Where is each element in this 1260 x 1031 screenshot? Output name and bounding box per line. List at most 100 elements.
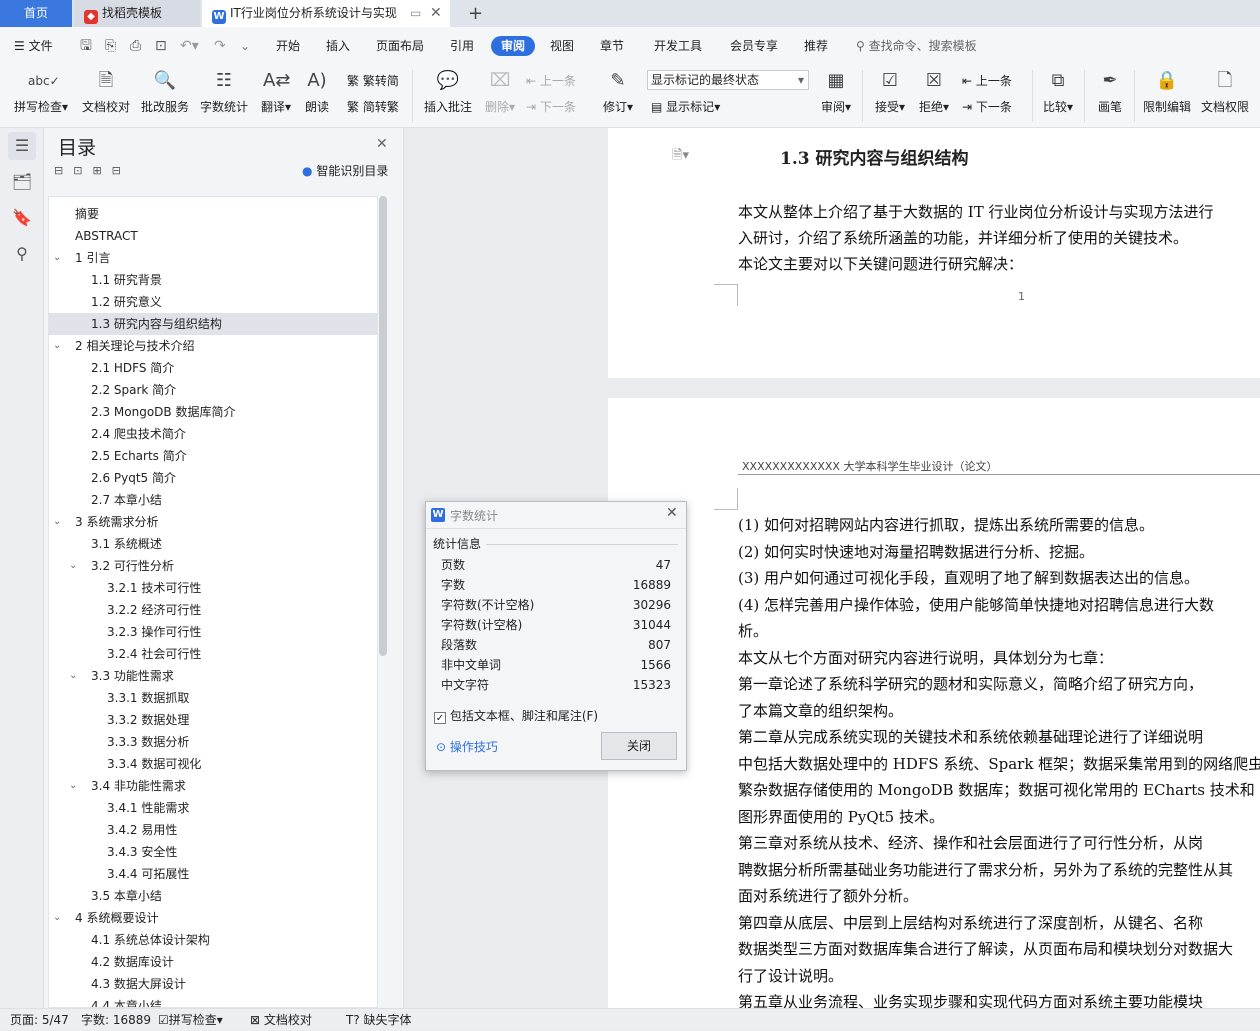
toc-item[interactable]: 1.3 研究内容与组织结构 xyxy=(49,313,377,335)
spell-check-button[interactable]: abc✓ 拼写检查▾ xyxy=(10,68,72,115)
toc-item[interactable]: ⌄ 3.3 功能性需求 xyxy=(49,665,377,687)
doc-permission-button[interactable]: 🗋 文档权限 xyxy=(1200,68,1250,115)
chevron-down-icon[interactable]: ⌄ xyxy=(53,247,65,269)
toc-item[interactable]: 3.2.2 经济可行性 xyxy=(49,599,377,621)
menu-member[interactable]: 会员专享 xyxy=(730,36,778,56)
menu-insert[interactable]: 插入 xyxy=(326,36,350,56)
tab-monitor-icon[interactable]: ▭ xyxy=(410,0,421,27)
toc-item[interactable]: 1.1 研究背景 xyxy=(49,269,377,291)
remove-entry-icon[interactable]: ⊟ xyxy=(112,164,131,177)
toc-item[interactable]: 3.2.1 技术可行性 xyxy=(49,577,377,599)
new-tab-icon[interactable]: + xyxy=(458,0,493,27)
next-comment-button[interactable]: ⇥ 下一条 xyxy=(526,98,576,115)
restrict-edit-button[interactable]: 🔒 限制编辑 xyxy=(1142,68,1192,115)
toc-item[interactable]: 2.6 Pyqt5 简介 xyxy=(49,467,377,489)
compare-button[interactable]: ⧉ 比较▾ xyxy=(1040,68,1076,115)
doc-proof-button[interactable]: 🗎 文档校对 xyxy=(80,68,132,115)
toc-item[interactable]: 3.3.4 数据可视化 xyxy=(49,753,377,775)
tips-link[interactable]: ⊙ 操作技巧 xyxy=(436,738,498,755)
toc-item[interactable]: 3.3.1 数据抓取 xyxy=(49,687,377,709)
show-markup-button[interactable]: ▤ 显示标记▾ xyxy=(651,98,720,115)
menu-page-layout[interactable]: 页面布局 xyxy=(376,36,424,56)
status-missing-font[interactable]: T? 缺失字体 xyxy=(346,1009,412,1031)
more-icon[interactable]: ⌄ xyxy=(240,36,250,56)
markup-state-select[interactable]: 显示标记的最终状态 ▾ xyxy=(647,70,809,90)
redo-icon[interactable]: ↷ xyxy=(214,36,226,56)
menu-view[interactable]: 视图 xyxy=(550,36,574,56)
toc-item[interactable]: 4.4 本章小结 xyxy=(49,995,377,1007)
toc-item[interactable]: 3.1 系统概述 xyxy=(49,533,377,555)
tab-close-icon[interactable]: ✕ xyxy=(430,0,442,27)
next-change-button[interactable]: ⇥ 下一条 xyxy=(962,98,1012,115)
toc-item[interactable]: ⌄ 3 系统需求分析 xyxy=(49,511,377,533)
tab-home[interactable]: 首页 xyxy=(0,0,72,27)
chevron-down-icon[interactable]: ⌄ xyxy=(53,335,65,357)
toc-item[interactable]: 3.4.3 安全性 xyxy=(49,841,377,863)
export-pdf-icon[interactable]: ⎘ xyxy=(105,36,116,56)
toc-level-controls[interactable]: ⊟⊡⊞⊟ xyxy=(54,164,131,177)
bookmark-icon[interactable]: 🔖 xyxy=(8,204,36,232)
print-icon[interactable]: ⎙ xyxy=(130,36,141,56)
toc-item[interactable]: 3.4.2 易用性 xyxy=(49,819,377,841)
tab-template[interactable]: ◆ 找稻壳模板 xyxy=(74,0,200,27)
chevron-down-icon[interactable]: ⌄ xyxy=(53,511,65,533)
toc-item[interactable]: 摘要 xyxy=(49,203,377,225)
menu-home[interactable]: 开始 xyxy=(276,36,300,56)
toc-item[interactable]: 2.7 本章小结 xyxy=(49,489,377,511)
file-menu[interactable]: ☰ 文件 xyxy=(14,36,53,56)
accept-button[interactable]: ☑ 接受▾ xyxy=(872,68,908,115)
menu-review[interactable]: 审阅 xyxy=(491,36,536,56)
menu-references[interactable]: 引用 xyxy=(450,36,474,56)
expand-up-icon[interactable]: ⊡ xyxy=(73,164,92,177)
toc-item[interactable]: ⌄ 3.2 可行性分析 xyxy=(49,555,377,577)
toc-pane-icon[interactable]: ☰ xyxy=(8,132,36,160)
toc-item[interactable]: 1.2 研究意义 xyxy=(49,291,377,313)
save-icon[interactable]: 🖫 xyxy=(80,36,92,56)
smart-detect-button[interactable]: ● 智能识别目录 xyxy=(302,162,388,179)
chevron-down-icon[interactable]: ⌄ xyxy=(53,907,65,929)
include-footnotes-checkbox[interactable]: ✓ 包括文本框、脚注和尾注(F) xyxy=(434,707,598,724)
menu-developer[interactable]: 开发工具 xyxy=(654,36,702,56)
toc-item[interactable]: 4.1 系统总体设计架构 xyxy=(49,929,377,951)
toc-item[interactable]: 2.1 HDFS 简介 xyxy=(49,357,377,379)
status-doc-proof[interactable]: ⊠ 文档校对 xyxy=(250,1009,312,1031)
revise-button[interactable]: ✎ 修订▾ xyxy=(600,68,636,115)
toc-item[interactable]: ABSTRACT xyxy=(49,225,377,247)
delete-comment-button[interactable]: ⌧ 删除▾ xyxy=(482,68,518,115)
translate-button[interactable]: A⇄ 翻译▾ xyxy=(256,68,296,115)
command-search[interactable]: ⚲ 查找命令、搜索模板 xyxy=(856,36,977,56)
toc-item[interactable]: 3.4.1 性能需求 xyxy=(49,797,377,819)
status-spell-check[interactable]: ☑拼写检查▾ xyxy=(158,1009,223,1031)
page-indicator[interactable]: 页面: 5/47 xyxy=(10,1009,69,1031)
toc-item[interactable]: 3.4.4 可拓展性 xyxy=(49,863,377,885)
reject-button[interactable]: ☒ 拒绝▾ xyxy=(916,68,952,115)
pen-button[interactable]: ✒ 画笔 xyxy=(1094,68,1126,115)
simp-to-trad-button[interactable]: 繁 简转繁 xyxy=(347,98,399,115)
read-aloud-button[interactable]: A) 朗读 xyxy=(302,68,332,115)
toc-item[interactable]: 4.3 数据大屏设计 xyxy=(49,973,377,995)
search-icon[interactable]: ⚲ xyxy=(8,240,36,268)
chevron-down-icon[interactable]: ⌄ xyxy=(69,775,81,797)
word-count-indicator[interactable]: 字数: 16889 xyxy=(81,1009,151,1031)
prev-comment-button[interactable]: ⇤ 上一条 xyxy=(526,72,576,89)
prev-change-button[interactable]: ⇤ 上一条 xyxy=(962,72,1012,89)
page-nav-icon[interactable]: 🗎▾ xyxy=(672,146,689,168)
toc-item[interactable]: 2.4 爬虫技术简介 xyxy=(49,423,377,445)
chevron-down-icon[interactable]: ⌄ xyxy=(69,555,81,577)
close-icon[interactable]: ✕ xyxy=(666,505,678,521)
undo-icon[interactable]: ↶▾ xyxy=(180,36,199,56)
menu-recommend[interactable]: 推荐 xyxy=(804,36,828,56)
toc-item[interactable]: 3.2.3 操作可行性 xyxy=(49,621,377,643)
word-count-button[interactable]: ☷ 字数统计 xyxy=(198,68,250,115)
toc-scrollbar[interactable] xyxy=(379,196,387,656)
toc-item[interactable]: 3.3.3 数据分析 xyxy=(49,731,377,753)
preview-icon[interactable]: ⊡ xyxy=(155,36,167,56)
toc-item[interactable]: 2.5 Echarts 简介 xyxy=(49,445,377,467)
review-pane-button[interactable]: ▦ 审阅▾ xyxy=(818,68,854,115)
chevron-down-icon[interactable]: ⌄ xyxy=(69,665,81,687)
toc-item[interactable]: 3.2.4 社会可行性 xyxy=(49,643,377,665)
toc-item[interactable]: 4.2 数据库设计 xyxy=(49,951,377,973)
batch-service-button[interactable]: 🔍 批改服务 xyxy=(139,68,191,115)
toc-item[interactable]: 3.5 本章小结 xyxy=(49,885,377,907)
menu-section[interactable]: 章节 xyxy=(600,36,624,56)
